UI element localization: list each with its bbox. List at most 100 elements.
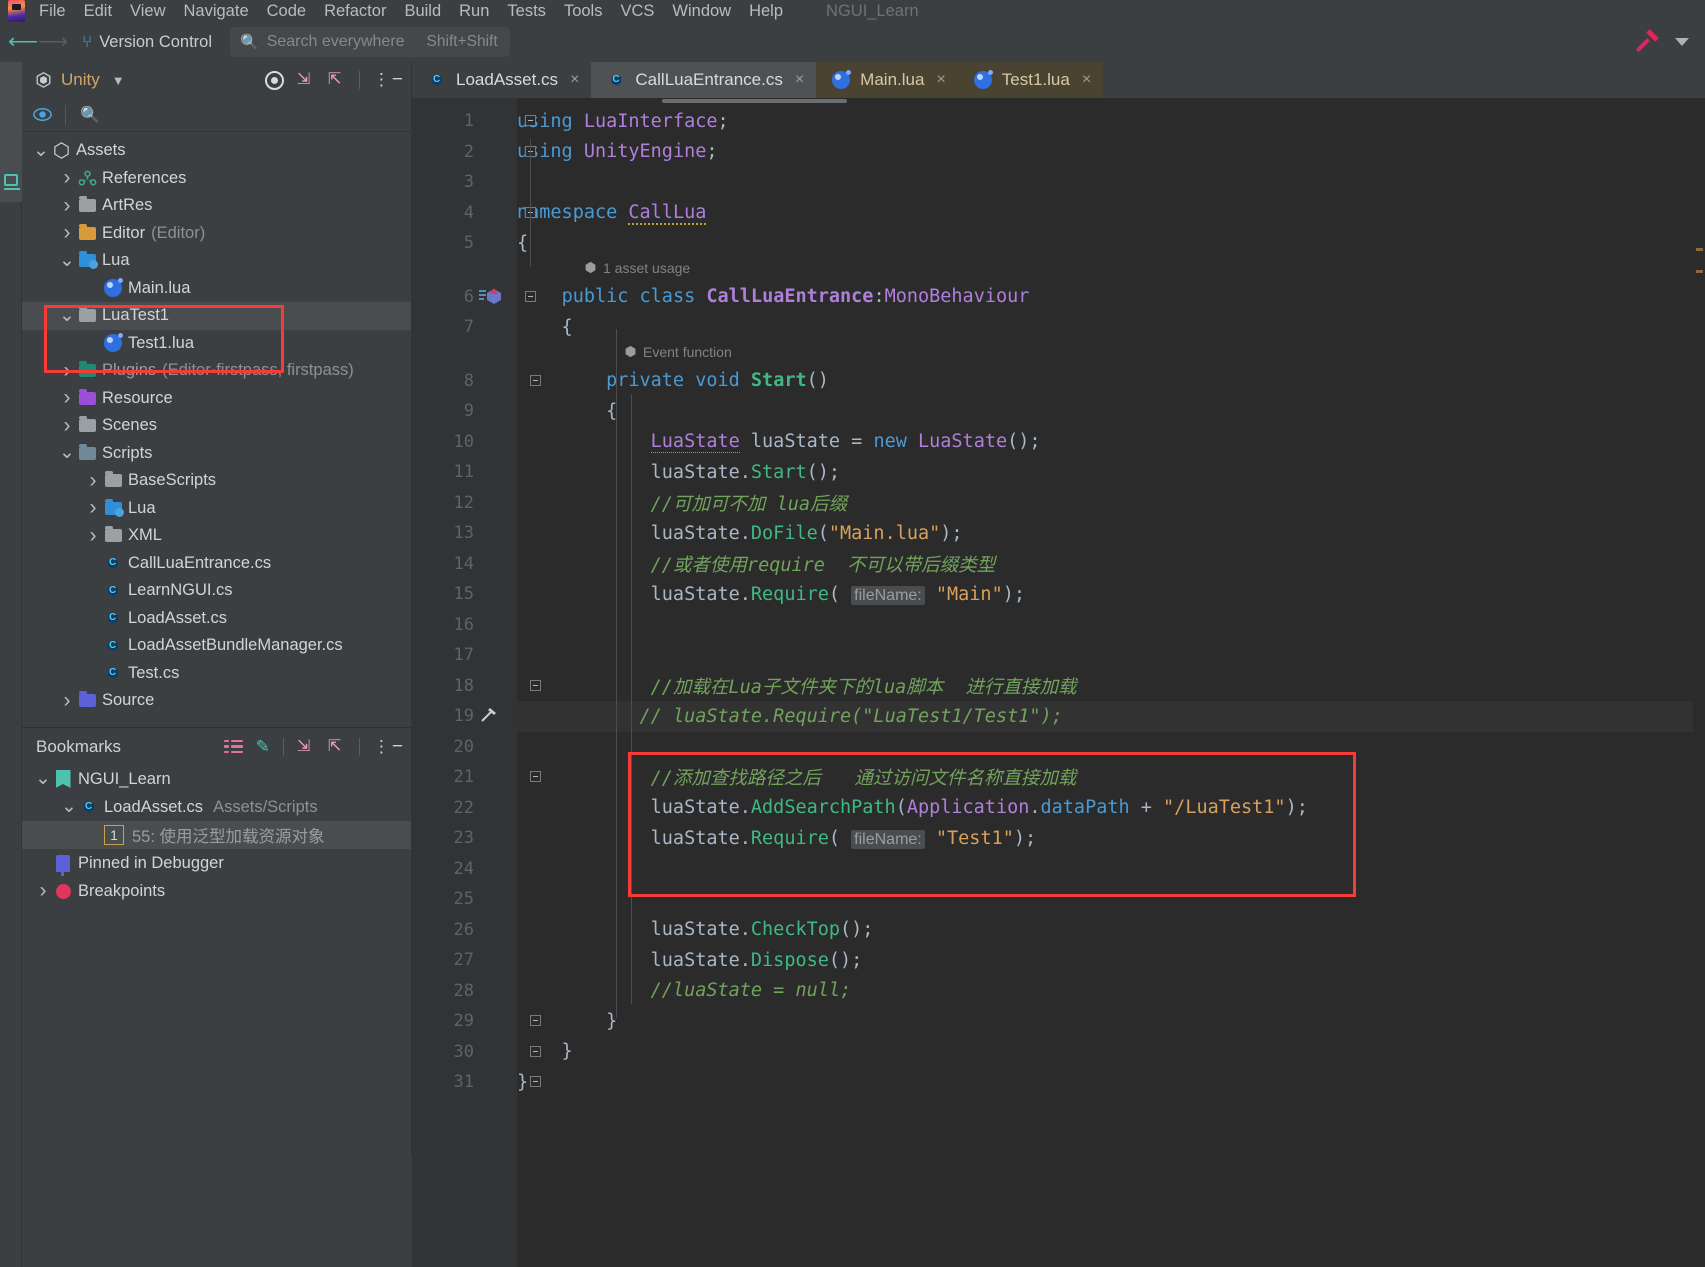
fold-marker[interactable] (530, 374, 541, 386)
menu-code[interactable]: Code (258, 0, 315, 22)
menu-navigate[interactable]: Navigate (175, 0, 258, 22)
version-control-button[interactable]: ⑂ Version Control (82, 32, 212, 52)
menu-run[interactable]: Run (450, 0, 498, 22)
code-line[interactable]: 21 //添加查找路径之后 通过访问文件名称直接加载 (412, 762, 1705, 793)
menu-view[interactable]: View (121, 0, 174, 22)
expand-icon[interactable]: ⇲ (297, 738, 315, 756)
search-everywhere-input[interactable]: 🔍 Search everywhere Shift+Shift (230, 27, 510, 57)
collapse-icon[interactable]: ⇱ (328, 71, 346, 89)
editor-tab[interactable]: Test1.lua × (957, 62, 1104, 98)
tree-node[interactable]: › Source (22, 687, 411, 715)
list-icon[interactable] (223, 739, 243, 755)
menu-build[interactable]: Build (395, 0, 450, 22)
fold-marker[interactable] (525, 115, 536, 126)
fold-marker[interactable] (530, 1076, 541, 1087)
collapse-icon[interactable]: ⇱ (328, 738, 346, 756)
chevron-right-icon[interactable]: › (58, 195, 76, 216)
tree-node[interactable]: › Plugins (Editor-firstpass, firstpass) (22, 357, 411, 385)
code-vision-hint[interactable]: 1 asset usage (584, 260, 690, 276)
menu-vcs[interactable]: VCS (611, 0, 663, 22)
tree-node[interactable]: C LearnNGUI.cs (22, 577, 411, 605)
code-line[interactable]: 27 luaState.Dispose(); (412, 945, 1705, 976)
code-line[interactable]: 16 (412, 610, 1705, 641)
code-line[interactable]: 10 LuaState luaState = new LuaState(); (412, 427, 1705, 458)
back-icon[interactable]: ⟵ (8, 31, 38, 53)
chevron-down-icon[interactable]: ⌄ (58, 306, 76, 325)
code-line[interactable]: 31} (412, 1067, 1705, 1098)
tree-node[interactable]: ⌄ Lua (22, 247, 411, 275)
tree-node[interactable]: ⌄ LuaTest1 (22, 302, 411, 330)
menu-tools[interactable]: Tools (555, 0, 612, 22)
code-line[interactable]: 15 luaState.Require( fileName: "Main"); (412, 579, 1705, 610)
fold-marker[interactable] (525, 290, 536, 302)
bookmark-item[interactable]: › Breakpoints (22, 877, 411, 905)
code-line[interactable]: 30 } (412, 1037, 1705, 1068)
close-icon[interactable]: × (795, 71, 804, 89)
code-vision-hint[interactable]: Event function (624, 344, 732, 360)
unity-gutter-icon[interactable] (478, 286, 501, 308)
code-line[interactable]: 23 luaState.Require( fileName: "Test1"); (412, 823, 1705, 854)
tree-node[interactable]: ⌄ Assets (22, 137, 411, 165)
code-line[interactable]: 19 // luaState.Require("LuaTest1/Test1")… (412, 701, 1705, 732)
code-line[interactable]: 4 namespace CallLua (412, 198, 1705, 229)
chevron-down-icon[interactable]: ⌄ (58, 251, 76, 270)
code-line[interactable]: 1 using LuaInterface; (412, 106, 1705, 137)
hammer-gutter-icon[interactable] (478, 705, 500, 727)
code-line[interactable]: 29 } (412, 1006, 1705, 1037)
chevron-down-icon[interactable] (1675, 38, 1689, 46)
tree-node[interactable]: › Editor (Editor) (22, 220, 411, 248)
code-line[interactable]: 26 luaState.CheckTop(); (412, 915, 1705, 946)
chevron-down-icon[interactable]: ⌄ (60, 797, 78, 816)
chevron-right-icon[interactable]: › (34, 880, 52, 901)
eye-icon[interactable] (32, 104, 53, 125)
fold-marker[interactable] (530, 1015, 541, 1026)
chevron-down-icon[interactable]: ⌄ (58, 443, 76, 462)
fold-marker[interactable] (530, 1045, 541, 1057)
tree-node[interactable]: C CallLuaEntrance.cs (22, 550, 411, 578)
horizontal-scrollbar[interactable] (517, 98, 1705, 104)
tree-node[interactable]: C LoadAssetBundleManager.cs (22, 632, 411, 660)
code-line[interactable]: 12 //可加可不加 lua后缀 (412, 488, 1705, 519)
tree-node[interactable]: › BaseScripts (22, 467, 411, 495)
chevron-right-icon[interactable]: › (58, 360, 76, 381)
menu-refactor[interactable]: Refactor (315, 0, 395, 22)
code-line[interactable]: 6 public class CallLuaEntrance:MonoBehav… (412, 282, 1705, 313)
editor-tab[interactable]: C LoadAsset.cs × (412, 62, 591, 98)
bookmark-item[interactable]: 1 55: 使用泛型加载资源对象 (22, 821, 411, 849)
tree-node[interactable]: › ArtRes (22, 192, 411, 220)
expand-icon[interactable]: ⇲ (297, 71, 315, 89)
editor-tab[interactable]: C CallLuaEntrance.cs × (591, 62, 817, 98)
code-line[interactable]: 18 //加载在Lua子文件夹下的lua脚本 进行直接加载 (412, 671, 1705, 702)
code-line[interactable]: 3 (412, 167, 1705, 198)
tree-node[interactable]: › Resource (22, 385, 411, 413)
bookmark-item[interactable]: Pinned in Debugger (22, 849, 411, 877)
minimize-icon[interactable]: − (392, 736, 403, 758)
code-line[interactable]: 17 (412, 640, 1705, 671)
code-line[interactable]: 8 private void Start() (412, 366, 1705, 397)
chevron-right-icon[interactable]: › (58, 167, 76, 188)
chevron-right-icon[interactable]: › (84, 497, 102, 518)
chevron-right-icon[interactable]: › (58, 387, 76, 408)
close-icon[interactable]: × (570, 71, 579, 89)
code-line[interactable]: 28 //luaState = null; (412, 976, 1705, 1007)
chevron-right-icon[interactable]: › (84, 470, 102, 491)
chevron-right-icon[interactable]: › (58, 690, 76, 711)
menu-help[interactable]: Help (740, 0, 792, 22)
code-line[interactable]: 14 //或者使用require 不可以带后缀类型 (412, 549, 1705, 580)
code-line[interactable]: 9 { (412, 396, 1705, 427)
code-line[interactable]: 22 luaState.AddSearchPath(Application.da… (412, 793, 1705, 824)
code-line[interactable]: 25 (412, 884, 1705, 915)
menu-tests[interactable]: Tests (498, 0, 555, 22)
fold-marker[interactable] (530, 679, 541, 691)
menu-window[interactable]: Window (663, 0, 740, 22)
target-icon[interactable] (264, 70, 284, 90)
tree-node[interactable]: › References (22, 165, 411, 193)
tree-node[interactable]: › Scenes (22, 412, 411, 440)
code-line[interactable]: 20 (412, 732, 1705, 763)
close-icon[interactable]: × (936, 71, 945, 89)
search-icon[interactable]: 🔍 (80, 105, 100, 125)
chevron-down-icon[interactable]: ⌄ (32, 141, 50, 160)
menu-edit[interactable]: Edit (75, 0, 121, 22)
minimize-icon[interactable]: − (392, 69, 403, 91)
kebab-icon[interactable]: ⋮ (373, 71, 390, 88)
